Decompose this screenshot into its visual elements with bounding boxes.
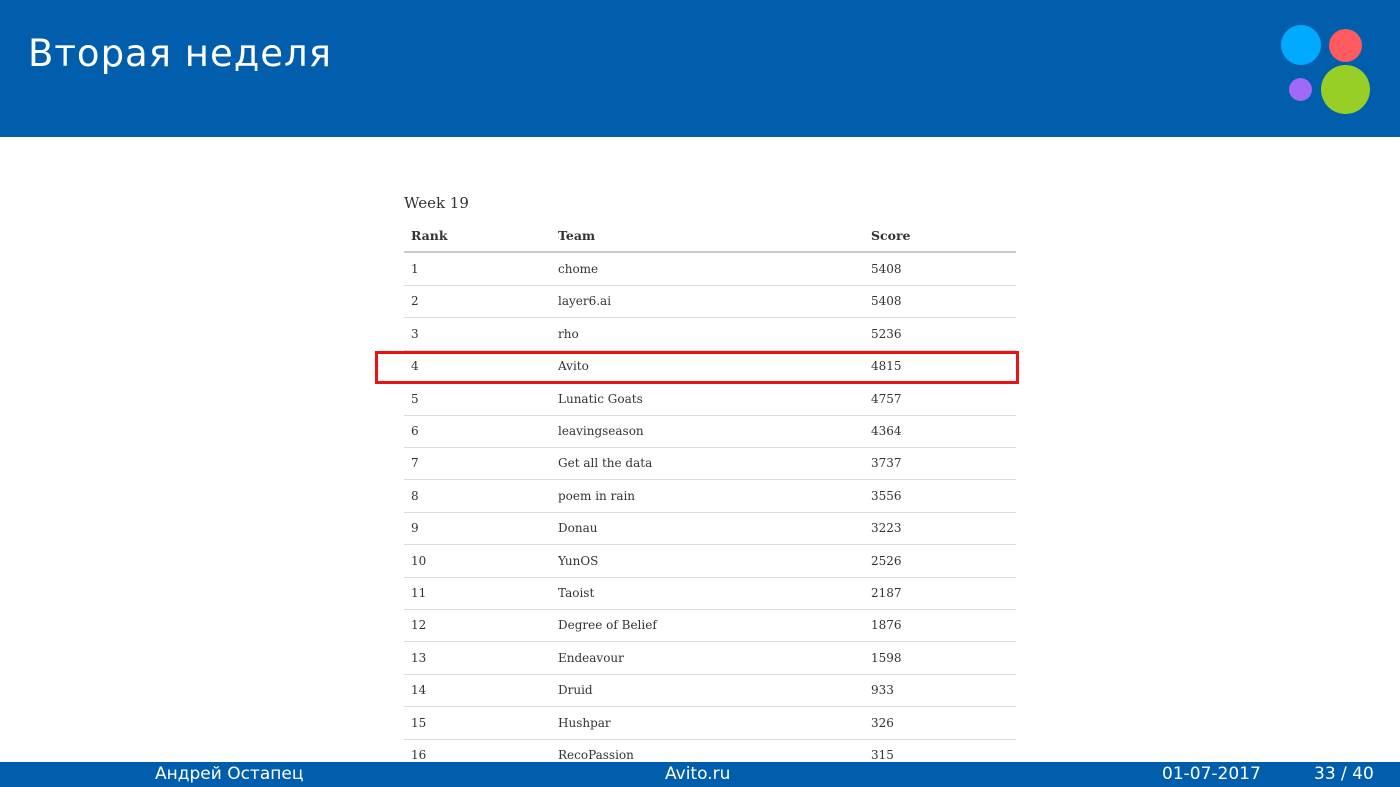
row-divider bbox=[404, 609, 1016, 610]
week-title: Week 19 bbox=[404, 194, 469, 212]
row-divider bbox=[404, 317, 1016, 318]
rank-cell: 11 bbox=[411, 586, 427, 600]
row-divider bbox=[404, 479, 1016, 480]
row-divider bbox=[404, 544, 1016, 545]
score-cell: 326 bbox=[871, 716, 894, 730]
team-cell: YunOS bbox=[558, 554, 599, 568]
score-cell: 5408 bbox=[871, 262, 902, 276]
rank-cell: 14 bbox=[411, 683, 427, 697]
row-divider bbox=[404, 512, 1016, 513]
rank-cell: 12 bbox=[411, 618, 427, 632]
score-cell: 3737 bbox=[871, 456, 902, 470]
team-cell: chome bbox=[558, 262, 599, 276]
header-divider bbox=[404, 251, 1016, 253]
leaderboard-screenshot: Week 19 Rank Team Score 1 chome 5408 2 layer… bbox=[0, 0, 1400, 787]
footer-site: Avito.ru bbox=[665, 764, 731, 784]
rank-cell: 16 bbox=[411, 748, 427, 762]
row-divider bbox=[404, 577, 1016, 578]
score-cell: 1598 bbox=[871, 651, 902, 665]
team-cell: Druid bbox=[558, 683, 593, 697]
team-cell: layer6.ai bbox=[558, 294, 612, 308]
row-divider bbox=[404, 447, 1016, 448]
score-cell: 5408 bbox=[871, 294, 902, 308]
rank-cell: 9 bbox=[411, 521, 419, 535]
team-cell: rho bbox=[558, 327, 579, 341]
score-cell: 2526 bbox=[871, 554, 902, 568]
footer-author: Андрей Остапец bbox=[155, 764, 304, 784]
slide-footer: Андрей Остапец Avito.ru 01-07-2017 33 / … bbox=[0, 762, 1400, 787]
team-cell: Donau bbox=[558, 521, 598, 535]
team-cell: Endeavour bbox=[558, 651, 624, 665]
score-cell: 2187 bbox=[871, 586, 902, 600]
row-divider bbox=[404, 285, 1016, 286]
rank-cell: 6 bbox=[411, 424, 419, 438]
team-cell: RecoPassion bbox=[558, 748, 634, 762]
rank-cell: 10 bbox=[411, 554, 427, 568]
rank-cell: 2 bbox=[411, 294, 419, 308]
team-cell: Degree of Belief bbox=[558, 618, 657, 632]
team-cell: poem in rain bbox=[558, 489, 636, 503]
team-cell: Lunatic Goats bbox=[558, 392, 643, 406]
rank-cell: 13 bbox=[411, 651, 427, 665]
rank-cell: 15 bbox=[411, 716, 427, 730]
row-divider bbox=[404, 674, 1016, 675]
footer-date: 01-07-2017 bbox=[1162, 764, 1261, 784]
score-cell: 3223 bbox=[871, 521, 902, 535]
rank-cell: 5 bbox=[411, 392, 419, 406]
row-divider bbox=[404, 739, 1016, 740]
row-divider bbox=[404, 415, 1016, 416]
column-header-rank: Rank bbox=[411, 228, 448, 243]
score-cell: 4757 bbox=[871, 392, 902, 406]
score-cell: 5236 bbox=[871, 327, 902, 341]
row-divider bbox=[404, 641, 1016, 642]
rank-cell: 1 bbox=[411, 262, 419, 276]
team-cell: Hushpar bbox=[558, 716, 611, 730]
highlight-box bbox=[375, 351, 1019, 384]
row-divider bbox=[404, 706, 1016, 707]
footer-page-number: 33 / 40 bbox=[1314, 764, 1374, 784]
column-header-score: Score bbox=[871, 228, 911, 243]
team-cell: Get all the data bbox=[558, 456, 653, 470]
score-cell: 933 bbox=[871, 683, 894, 697]
column-header-team: Team bbox=[558, 228, 596, 243]
rank-cell: 7 bbox=[411, 456, 419, 470]
rank-cell: 3 bbox=[411, 327, 419, 341]
score-cell: 3556 bbox=[871, 489, 902, 503]
team-cell: Taoist bbox=[558, 586, 595, 600]
score-cell: 1876 bbox=[871, 618, 902, 632]
score-cell: 4364 bbox=[871, 424, 902, 438]
team-cell: leavingseason bbox=[558, 424, 644, 438]
rank-cell: 8 bbox=[411, 489, 419, 503]
score-cell: 315 bbox=[871, 748, 894, 762]
